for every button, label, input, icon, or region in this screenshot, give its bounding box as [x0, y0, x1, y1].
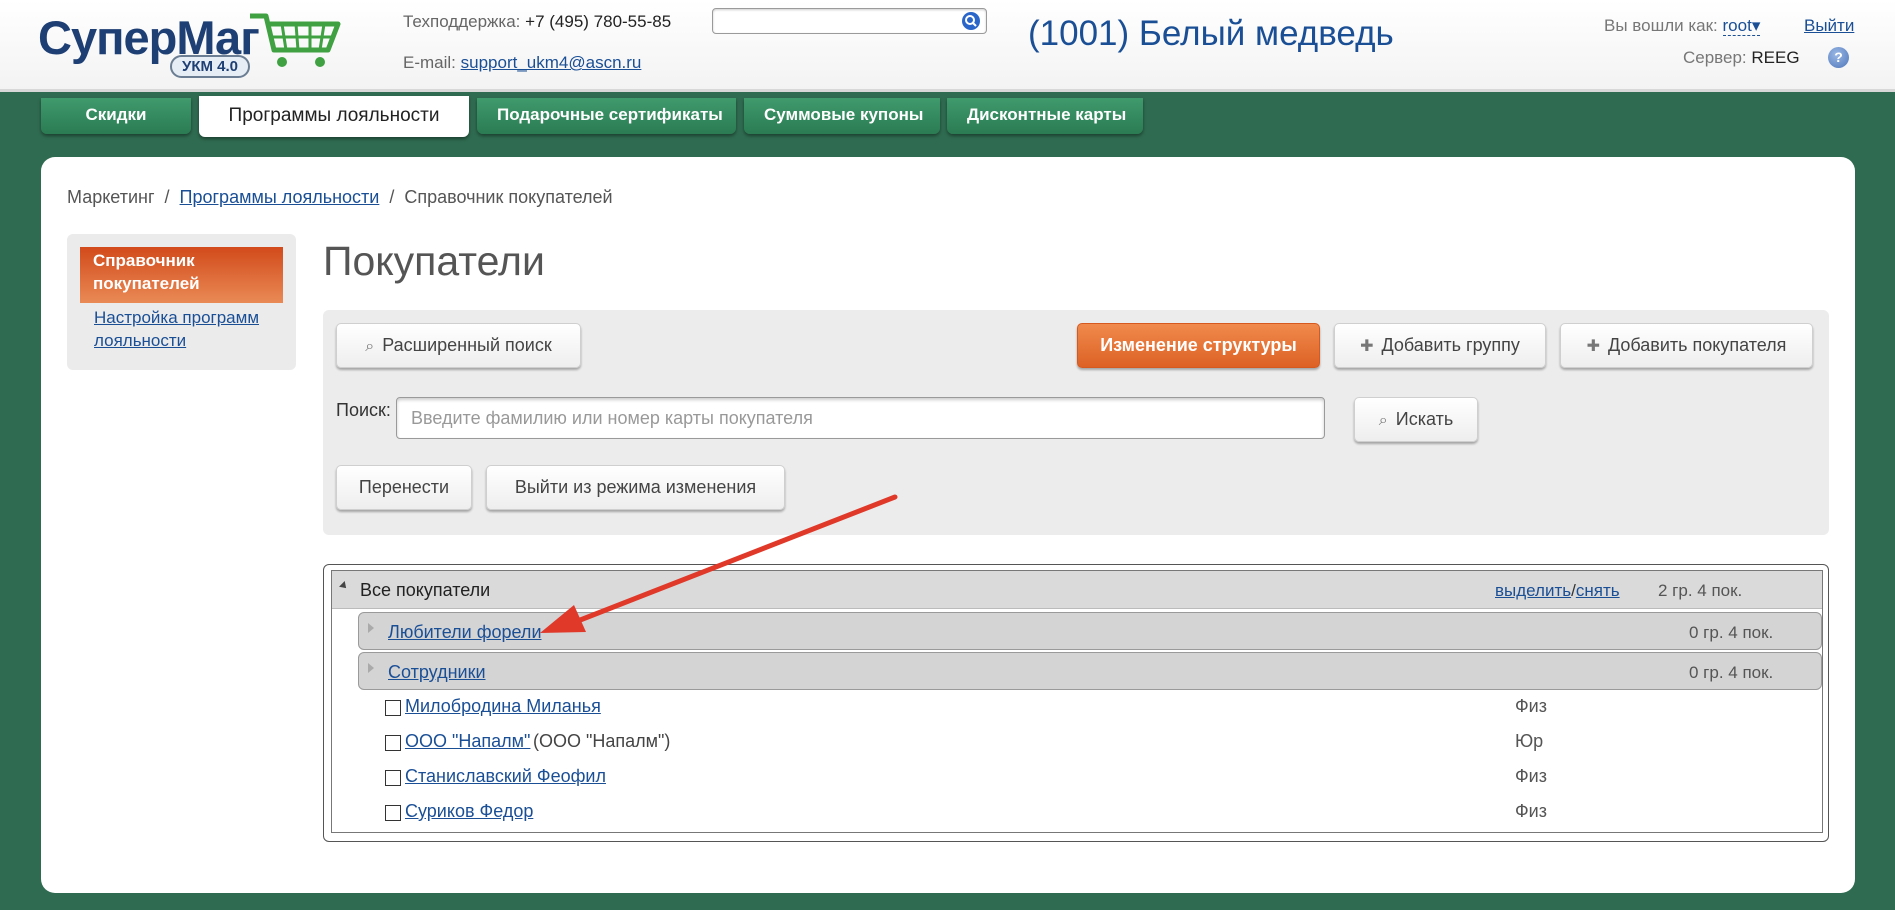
- move-button[interactable]: Перенести: [336, 465, 472, 510]
- header-search-input[interactable]: [712, 8, 987, 34]
- customer-link[interactable]: Милобродина Миланья: [405, 696, 601, 717]
- server-info: Сервер: REEG: [1683, 48, 1800, 67]
- sidebar-item-loyalty-settings[interactable]: Настройка программ лояльности: [94, 306, 294, 352]
- customer-checkbox[interactable]: [385, 805, 401, 821]
- customer-extra: (ООО "Напалм"): [533, 731, 671, 751]
- page-title: Покупатели: [323, 238, 545, 284]
- change-structure-button[interactable]: Изменение структуры: [1077, 323, 1320, 368]
- help-icon[interactable]: ?: [1828, 47, 1849, 68]
- plus-icon: ✚: [1586, 338, 1600, 355]
- tree-group-link[interactable]: Любители форели: [388, 622, 542, 643]
- customer-link[interactable]: ООО "Напалм": [405, 731, 530, 752]
- user-menu[interactable]: root▾: [1722, 16, 1761, 36]
- logo-badge: УКМ 4.0: [170, 55, 251, 78]
- customer-link[interactable]: Суриков Федор: [405, 801, 533, 822]
- customer-checkbox[interactable]: [385, 770, 401, 786]
- header: СуперМаг УКМ 4.0 Техподдержка: +7 (495) …: [0, 0, 1895, 92]
- tab-gift-certificates[interactable]: Подарочные сертификаты: [477, 98, 736, 134]
- customer-checkbox[interactable]: [385, 735, 401, 751]
- customer-type: Физ: [1515, 696, 1547, 716]
- tab-discounts[interactable]: Скидки: [41, 98, 191, 134]
- tree-group-count: 0 гр. 4 пок.: [1689, 663, 1774, 682]
- tab-sum-coupons[interactable]: Суммовые купоны: [744, 98, 940, 134]
- sidebar: Справочник покупателей Настройка програм…: [67, 234, 296, 370]
- customer-link[interactable]: Станиславский Феофил: [405, 766, 606, 787]
- header-search-button[interactable]: [962, 12, 980, 30]
- search-label: Поиск:: [336, 400, 391, 420]
- expand-icon[interactable]: [368, 623, 374, 633]
- search-icon: ⌕: [1378, 412, 1388, 429]
- customer-type: Физ: [1515, 801, 1547, 821]
- customer-type: Юр: [1515, 731, 1544, 751]
- customer-checkbox[interactable]: [385, 700, 401, 716]
- sidebar-item-customers[interactable]: Справочник покупателей: [80, 247, 283, 303]
- tree-group-row[interactable]: Сотрудники 0 гр. 4 пок.: [358, 652, 1822, 690]
- collapse-icon[interactable]: [339, 581, 349, 591]
- tab-loyalty-programs[interactable]: Программы лояльности: [199, 96, 469, 137]
- deselect-all-link[interactable]: снять: [1576, 581, 1620, 600]
- tree-group-count: 0 гр. 4 пок.: [1689, 623, 1774, 642]
- breadcrumb-item: Маркетинг: [67, 187, 155, 207]
- login-info: Вы вошли как: root▾: [1604, 16, 1761, 36]
- logout-link[interactable]: Выйти: [1804, 16, 1854, 36]
- customer-type: Физ: [1515, 766, 1547, 786]
- select-all-link[interactable]: выделить: [1495, 581, 1571, 600]
- search-button[interactable]: ⌕ Искать: [1354, 397, 1478, 442]
- tree-root-label: Все покупатели: [360, 580, 491, 600]
- breadcrumb-current: Справочник покупателей: [404, 187, 613, 207]
- support-email: E-mail: support_ukm4@ascn.ru: [403, 53, 642, 72]
- search-input[interactable]: Введите фамилию или номер карты покупате…: [396, 397, 1325, 439]
- search-icon: [965, 15, 977, 27]
- tab-discount-cards[interactable]: Дисконтные карты: [947, 98, 1143, 134]
- tree-group-link[interactable]: Сотрудники: [388, 662, 486, 683]
- cart-icon: [250, 13, 341, 67]
- breadcrumb-link-loyalty[interactable]: Программы лояльности: [180, 187, 380, 207]
- tree-root-count: 2 гр. 4 пок.: [1658, 581, 1743, 600]
- annotation-arrow-icon: [540, 494, 898, 633]
- search-icon: ⌕: [365, 338, 375, 355]
- support-phone: Техподдержка: +7 (495) 780-55-85: [403, 12, 672, 31]
- select-links: выделить/снять: [1495, 581, 1620, 600]
- store-name: (1001) Белый медведь: [1028, 14, 1394, 53]
- breadcrumb: Маркетинг / Программы лояльности / Справочни…: [67, 187, 613, 207]
- expand-icon[interactable]: [368, 663, 374, 673]
- add-customer-button[interactable]: ✚ Добавить покупателя: [1560, 323, 1813, 368]
- advanced-search-button[interactable]: ⌕ Расширенный поиск: [336, 323, 581, 368]
- support-email-link[interactable]: support_ukm4@ascn.ru: [461, 53, 642, 72]
- add-group-button[interactable]: ✚ Добавить группу: [1334, 323, 1546, 368]
- logo[interactable]: СуперМаг УКМ 4.0: [38, 6, 341, 84]
- plus-icon: ✚: [1360, 338, 1374, 355]
